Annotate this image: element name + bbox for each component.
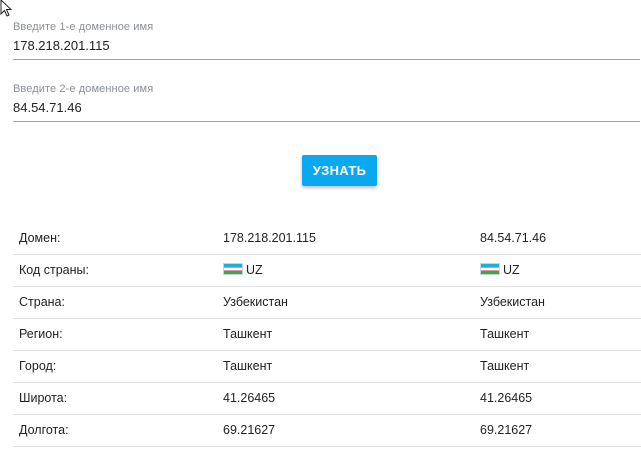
domain2-label: Введите 2-е доменное имя <box>13 83 154 95</box>
table-row: Страна: Узбекистан Узбекистан <box>13 286 641 318</box>
domain1-value: 178.218.201.115 <box>223 230 316 245</box>
uzbekistan-flag-icon <box>223 263 243 275</box>
domain2-input[interactable] <box>13 96 640 122</box>
domain2-value: 41.26465 <box>480 391 533 405</box>
table-row: Город: Ташкент Ташкент <box>13 350 641 382</box>
domain2-field: Введите 2-е доменное имя <box>13 82 640 122</box>
row-label: Город: <box>19 359 57 373</box>
table-row: Широта: 41.26465 41.26465 <box>13 382 641 414</box>
row-label: Широта: <box>19 391 68 405</box>
domain1-value: Ташкент <box>223 359 273 373</box>
country-code: UZ <box>246 263 263 277</box>
submit-button[interactable]: УЗНАТЬ <box>302 155 377 186</box>
domain2-value: Узбекистан <box>480 295 545 309</box>
table-row: Долгота: 69.21627 69.21627 <box>13 414 641 446</box>
domain2-value: 69.21627 <box>480 423 533 437</box>
domain1-value: 41.26465 <box>223 391 276 405</box>
domain1-value: Ташкент <box>223 327 273 341</box>
domain1-field: Введите 1-е доменное имя <box>13 20 640 60</box>
domain1-value: Узбекистан <box>223 295 288 309</box>
domain2-value: Ташкент <box>480 327 530 341</box>
page: Введите 1-е доменное имя Введите 2-е дом… <box>0 0 641 461</box>
country-code: UZ <box>503 263 520 277</box>
row-label: Код страны: <box>19 263 89 277</box>
results-table: Домен: 178.218.201.115 84.54.71.46 Код с… <box>13 222 641 447</box>
domain2-value: UZ <box>474 254 641 286</box>
table-row: Регион: Ташкент Ташкент <box>13 318 641 350</box>
domain2-value: Ташкент <box>480 359 530 373</box>
row-label: Регион: <box>19 327 63 341</box>
domain2-value: 84.54.71.46 <box>480 230 547 245</box>
domain1-label: Введите 1-е доменное имя <box>13 21 154 33</box>
row-label: Долгота: <box>19 423 69 437</box>
row-label: Страна: <box>19 295 65 309</box>
table-row: Домен: 178.218.201.115 84.54.71.46 <box>13 222 641 254</box>
domain1-value: 69.21627 <box>223 423 276 437</box>
mouse-cursor-icon <box>0 0 13 17</box>
uzbekistan-flag-icon <box>480 263 500 275</box>
table-row: Код страны: UZ UZ <box>13 254 641 286</box>
row-label: Домен: <box>19 230 61 245</box>
domain1-input[interactable] <box>13 34 640 60</box>
domain1-value: UZ <box>217 254 474 286</box>
